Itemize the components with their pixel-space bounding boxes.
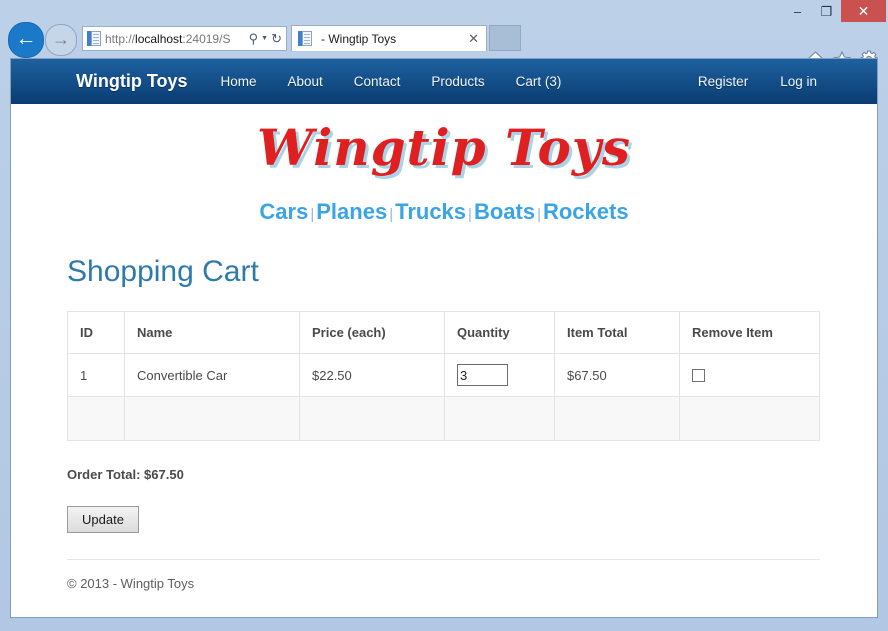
cell-id: 1: [67, 353, 125, 397]
table-row-empty: [67, 396, 820, 441]
chevron-down-icon[interactable]: ▼: [261, 35, 268, 42]
site-navbar: Wingtip Toys Home About Contact Products…: [11, 59, 877, 104]
column-header-id: ID: [67, 311, 125, 354]
page-icon: [87, 31, 101, 46]
cell-empty: [554, 396, 680, 441]
site-logo[interactable]: Wingtip Toys: [257, 118, 631, 177]
category-link-boats[interactable]: Boats: [474, 199, 535, 224]
site-logo-wrapper: Wingtip Toys: [11, 104, 877, 177]
cell-empty: [124, 396, 300, 441]
update-button[interactable]: Update: [67, 506, 139, 533]
navlink-login[interactable]: Log in: [780, 74, 817, 89]
cell-quantity: [444, 353, 555, 397]
back-button[interactable]: ←: [8, 22, 44, 58]
browser-toolbar: ← → http://localhost:24019/S ⚲ ▼ ↻ - Win…: [0, 22, 888, 68]
footer-divider: [67, 559, 820, 560]
cell-empty: [67, 396, 125, 441]
category-link-cars[interactable]: Cars: [259, 199, 308, 224]
shopping-cart-table: ID Name Price (each) Quantity Item Total…: [67, 311, 820, 441]
quantity-input[interactable]: [457, 364, 508, 386]
navbar-brand[interactable]: Wingtip Toys: [76, 71, 188, 92]
cell-price: $22.50: [299, 353, 445, 397]
footer-text: © 2013 - Wingtip Toys: [67, 576, 195, 591]
url-prefix: http://: [105, 31, 136, 46]
tab-favicon: [298, 31, 312, 46]
navlink-products[interactable]: Products: [431, 74, 484, 89]
column-header-remove-item: Remove Item: [679, 311, 820, 354]
browser-tab[interactable]: - Wingtip Toys ✕: [291, 25, 487, 51]
category-separator: |: [389, 206, 394, 223]
tab-close-icon[interactable]: ✕: [468, 31, 486, 47]
new-tab-button[interactable]: [489, 25, 521, 51]
forward-arrow-icon: →: [52, 29, 70, 49]
category-link-planes[interactable]: Planes: [316, 199, 387, 224]
cell-item-total: $67.50: [554, 353, 680, 397]
close-icon: ✕: [857, 3, 870, 19]
cell-remove-item: [679, 353, 820, 397]
refresh-icon[interactable]: ↻: [271, 31, 282, 47]
cell-name: Convertible Car: [124, 353, 300, 397]
category-separator: |: [537, 206, 541, 223]
address-bar-icons: ⚲ ▼ ↻: [249, 31, 286, 47]
search-icon[interactable]: ⚲: [249, 31, 259, 47]
minimize-button[interactable]: –: [783, 2, 812, 22]
column-header-quantity: Quantity: [444, 311, 555, 354]
category-nav: Cars |Planes |Trucks |Boats |Rockets: [11, 199, 877, 225]
page-viewport: Wingtip Toys Home About Contact Products…: [10, 58, 878, 618]
browser-window: – ❒ ✕ ← → http://localhost:24019/S ⚲ ▼ ↻: [0, 0, 888, 631]
minimize-icon: –: [793, 4, 802, 19]
close-button[interactable]: ✕: [841, 0, 886, 22]
column-header-name: Name: [124, 311, 300, 354]
tab-title: - Wingtip Toys: [321, 31, 397, 46]
address-bar[interactable]: http://localhost:24019/S ⚲ ▼ ↻: [82, 26, 287, 51]
cell-empty: [299, 396, 445, 441]
cell-empty: [444, 396, 555, 441]
back-arrow-icon: ←: [15, 27, 37, 50]
table-row: 1 Convertible Car $22.50 $67.50: [67, 353, 820, 397]
cart-header-row: ID Name Price (each) Quantity Item Total…: [67, 311, 820, 354]
navbar-right-links: Register Log in: [666, 74, 817, 89]
cart-table-head: ID Name Price (each) Quantity Item Total…: [67, 311, 820, 354]
category-link-rockets[interactable]: Rockets: [543, 199, 629, 224]
maximize-icon: ❒: [820, 4, 833, 19]
maximize-button[interactable]: ❒: [812, 2, 841, 22]
navlink-home[interactable]: Home: [221, 74, 257, 89]
navlink-about[interactable]: About: [288, 74, 323, 89]
column-header-price: Price (each): [299, 311, 445, 354]
url-host: localhost: [135, 31, 183, 46]
url-suffix: :24019/S: [182, 31, 231, 46]
column-header-item-total: Item Total: [554, 311, 680, 354]
order-total-label: Order Total: $67.50: [67, 467, 184, 482]
category-link-trucks[interactable]: Trucks: [395, 199, 466, 224]
url-text: http://localhost:24019/S: [105, 32, 249, 46]
category-separator: |: [468, 206, 472, 223]
navlink-register[interactable]: Register: [698, 74, 748, 89]
page-title: Shopping Cart: [67, 255, 259, 288]
cell-empty: [679, 396, 820, 441]
navlink-contact[interactable]: Contact: [354, 74, 401, 89]
forward-button[interactable]: →: [45, 24, 77, 56]
remove-item-checkbox[interactable]: [692, 368, 705, 382]
cart-table-body: 1 Convertible Car $22.50 $67.50: [67, 353, 820, 441]
navlink-cart[interactable]: Cart (3): [516, 74, 562, 89]
